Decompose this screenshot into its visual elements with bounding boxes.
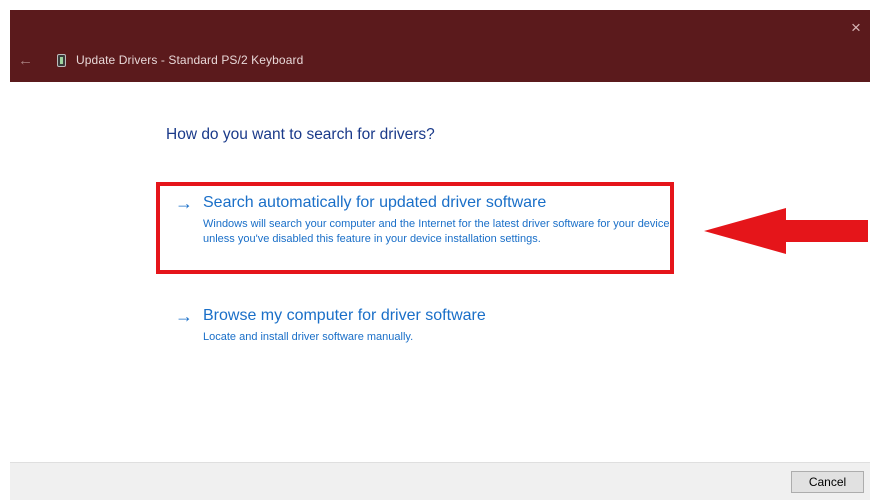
close-icon[interactable]: × xyxy=(848,19,864,36)
annotation-arrow-icon xyxy=(704,208,868,254)
option-title[interactable]: Browse my computer for driver software xyxy=(203,306,486,326)
top-strip xyxy=(0,0,870,10)
page-heading: How do you want to search for drivers? xyxy=(166,126,435,143)
title-bar: × ← Update Drivers - Standard PS/2 Keybo… xyxy=(10,10,870,82)
keyboard-device-icon xyxy=(57,54,66,67)
arrow-right-icon: → xyxy=(175,306,193,326)
back-icon: ← xyxy=(18,52,33,69)
option-description: Locate and install driver software manua… xyxy=(203,331,414,343)
footer-bar: Cancel xyxy=(10,462,870,500)
annotation-highlight-box xyxy=(156,182,674,274)
window-title: Update Drivers - Standard PS/2 Keyboard xyxy=(76,53,304,67)
cancel-button[interactable]: Cancel xyxy=(791,471,864,493)
